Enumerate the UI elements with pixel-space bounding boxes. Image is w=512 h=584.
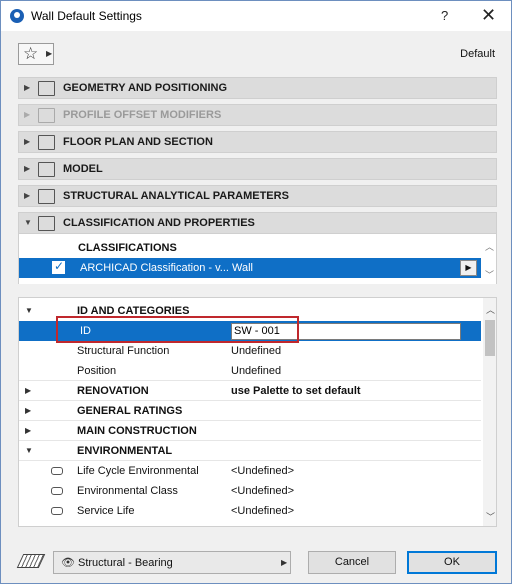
expand-arrow-icon: ▶ (24, 191, 31, 200)
classification-picker-button[interactable]: ▶ (460, 260, 477, 276)
link-icon (51, 467, 63, 475)
classifications-panel: CLASSIFICATIONS ARCHICAD Classification … (18, 234, 497, 284)
close-button[interactable]: ✕ (481, 5, 496, 26)
scroll-up-icon[interactable]: ︿ (485, 240, 494, 253)
section-label: PROFILE OFFSET MODIFIERS (63, 109, 222, 121)
section-classification-and-properties[interactable]: ▼ CLASSIFICATION AND PROPERTIES (18, 212, 497, 234)
group-label: ENVIRONMENTAL (77, 445, 173, 457)
property-row-structural-function[interactable]: Structural Function Undefined (19, 341, 481, 361)
section-floor-plan-and-section[interactable]: ▶ FLOOR PLAN AND SECTION (18, 131, 497, 153)
classification-checkbox[interactable] (52, 259, 65, 274)
chevron-right-icon: ▶ (46, 49, 53, 58)
section-label: CLASSIFICATION AND PROPERTIES (63, 217, 255, 229)
group-label: RENOVATION (77, 385, 149, 397)
scroll-down-icon[interactable]: ﹀ (486, 510, 495, 523)
link-icon (51, 507, 63, 515)
scroll-up-icon[interactable]: ︿ (486, 303, 495, 316)
property-label: Position (77, 365, 117, 377)
collapse-arrow-icon: ▼ (25, 446, 33, 455)
scroll-down-icon[interactable]: ﹀ (485, 268, 494, 281)
property-value[interactable]: <Undefined> (231, 505, 294, 517)
group-general-ratings[interactable]: ▶ GENERAL RATINGS (19, 401, 481, 421)
property-value[interactable]: Undefined (231, 365, 281, 377)
section-model[interactable]: ▶ MODEL (18, 158, 497, 180)
help-button[interactable]: ? (441, 8, 448, 23)
expand-arrow-icon: ▶ (24, 110, 31, 119)
classification-row[interactable]: ARCHICAD Classification - v... Wall ▶ (19, 258, 481, 278)
geometry-icon (38, 81, 55, 96)
expand-arrow-icon: ▶ (25, 426, 32, 435)
property-label: Service Life (77, 505, 135, 517)
expand-arrow-icon: ▶ (24, 83, 31, 92)
title-bar: Wall Default Settings ? ✕ (1, 1, 511, 31)
classification-icon (38, 216, 55, 231)
section-structural-analytical-parameters[interactable]: ▶ STRUCTURAL ANALYTICAL PARAMETERS (18, 185, 497, 207)
cancel-button[interactable]: Cancel (308, 551, 396, 574)
window-title: Wall Default Settings (31, 9, 142, 23)
property-row-service-life[interactable]: Service Life <Undefined> (19, 501, 481, 521)
property-value[interactable]: Undefined (231, 345, 281, 357)
property-row-position[interactable]: Position Undefined (19, 361, 481, 381)
classification-text: ARCHICAD Classification - v... Wall (80, 262, 253, 274)
archicad-app-icon (10, 9, 24, 23)
collapse-arrow-icon: ▼ (25, 306, 33, 315)
section-geometry-and-positioning[interactable]: ▶ GEOMETRY AND POSITIONING (18, 77, 497, 99)
property-label: Structural Function (77, 345, 170, 357)
default-label: Default (460, 48, 495, 60)
property-row-life-cycle-environmental[interactable]: Life Cycle Environmental <Undefined> (19, 461, 481, 481)
group-label: GENERAL RATINGS (77, 405, 183, 417)
ok-button[interactable]: OK (407, 551, 497, 574)
link-icon (51, 487, 63, 495)
layer-icon (16, 554, 46, 568)
expand-arrow-icon: ▶ (25, 386, 32, 395)
highlight-box (56, 316, 299, 343)
expand-arrow-icon: ▶ (25, 406, 32, 415)
group-renovation[interactable]: ▶ RENOVATION use Palette to set default (19, 381, 481, 401)
property-value[interactable]: <Undefined> (231, 465, 294, 477)
group-main-construction[interactable]: ▶ MAIN CONSTRUCTION (19, 421, 481, 441)
floor-plan-icon (38, 135, 55, 150)
classifications-header: CLASSIFICATIONS (78, 242, 177, 254)
property-value[interactable]: <Undefined> (231, 485, 294, 497)
section-label: MODEL (63, 163, 103, 175)
chevron-right-icon: ▶ (281, 558, 288, 567)
group-environmental[interactable]: ▼ ENVIRONMENTAL (19, 441, 481, 461)
eye-icon: 👁 (61, 557, 75, 569)
properties-scrollbar[interactable]: ︿ ﹀ (483, 298, 496, 526)
scrollbar-thumb[interactable] (485, 320, 495, 356)
property-label: Environmental Class (77, 485, 178, 497)
property-label: Life Cycle Environmental (77, 465, 199, 477)
group-label: MAIN CONSTRUCTION (77, 425, 197, 437)
profile-offset-icon (38, 108, 55, 123)
section-label: GEOMETRY AND POSITIONING (63, 82, 227, 94)
section-label: STRUCTURAL ANALYTICAL PARAMETERS (63, 190, 289, 202)
renovation-value: use Palette to set default (231, 385, 361, 397)
expand-arrow-icon: ▶ (24, 164, 31, 173)
collapse-arrow-icon: ▼ (24, 218, 32, 227)
favorites-button[interactable]: ☆ ▶ (18, 43, 54, 65)
model-icon (38, 162, 55, 177)
star-icon: ☆ (23, 44, 39, 63)
property-row-environmental-class[interactable]: Environmental Class <Undefined> (19, 481, 481, 501)
structural-analytical-icon (38, 189, 55, 204)
layer-select[interactable]: 👁 Structural - Bearing ▶ (53, 551, 291, 574)
dialog-window: Wall Default Settings ? ✕ ☆ ▶ Default ▶ … (0, 0, 512, 584)
section-profile-offset-modifiers: ▶ PROFILE OFFSET MODIFIERS (18, 104, 497, 126)
expand-arrow-icon: ▶ (24, 137, 31, 146)
layer-select-value: Structural - Bearing (78, 557, 173, 569)
section-label: FLOOR PLAN AND SECTION (63, 136, 213, 148)
